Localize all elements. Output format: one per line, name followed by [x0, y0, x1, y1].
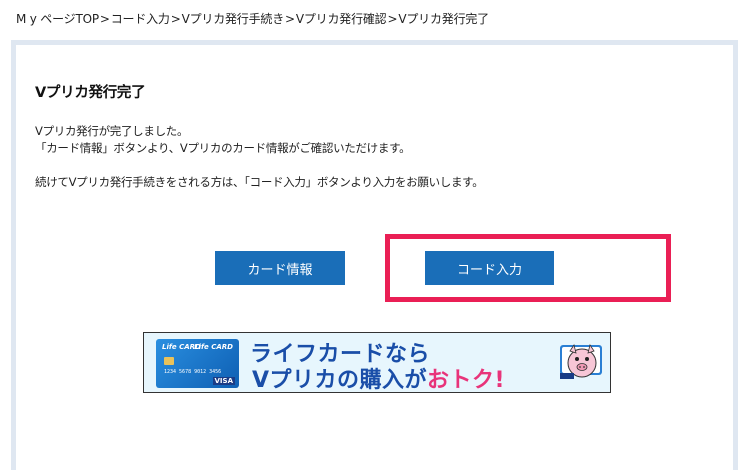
card-brand-secondary: Life CARD	[194, 343, 233, 351]
card-info-button[interactable]: カード情報	[215, 251, 345, 285]
breadcrumb-separator: >	[99, 12, 110, 26]
banner-subheadline-text: Vプリカの購入が	[252, 368, 428, 393]
breadcrumb-separator: >	[285, 12, 295, 26]
breadcrumb-separator: >	[170, 12, 181, 26]
banner-accent-text: おトク!	[427, 368, 506, 393]
card-number: 1234 5678 9012 3456	[164, 369, 222, 375]
credit-card-image: Life CARD Life CARD 1234 5678 9012 3456 …	[156, 339, 239, 388]
code-input-button[interactable]: コード入力	[425, 251, 554, 285]
breadcrumb-mypage-top[interactable]: M y ページTOP	[16, 12, 99, 26]
page-title: Vプリカ発行完了	[35, 85, 146, 101]
message-line: 「カード情報」ボタンより、Vプリカのカード情報がご確認いただけます。	[35, 141, 411, 155]
breadcrumb: M y ページTOP>コード入力>Vプリカ発行手続き>Vプリカ発行確認>Vプリカ…	[16, 10, 489, 27]
card-chip-icon	[164, 357, 174, 365]
banner-subheadline: Vプリカの購入がおトク!	[252, 362, 506, 393]
breadcrumb-vpreca-procedure[interactable]: Vプリカ発行手続き	[182, 12, 285, 26]
visa-logo: VISA	[212, 377, 235, 385]
content-panel: Vプリカ発行完了 Vプリカ発行が完了しました。 「カード情報」ボタンより、Vプリ…	[11, 40, 738, 470]
breadcrumb-vpreca-confirm[interactable]: Vプリカ発行確認	[296, 12, 387, 26]
lifecard-banner[interactable]: Life CARD Life CARD 1234 5678 9012 3456 …	[143, 332, 611, 393]
pig-mascot-icon	[560, 344, 602, 379]
message-line: 続けてVプリカ発行手続きをされる方は、「コード入力」ボタンより入力をお願いします…	[35, 175, 484, 189]
breadcrumb-separator: >	[387, 12, 398, 26]
breadcrumb-code-input[interactable]: コード入力	[111, 12, 170, 26]
completion-message: Vプリカ発行が完了しました。 「カード情報」ボタンより、Vプリカのカード情報がご…	[35, 123, 484, 191]
message-line: Vプリカ発行が完了しました。	[35, 124, 189, 138]
breadcrumb-vpreca-complete: Vプリカ発行完了	[398, 12, 489, 26]
